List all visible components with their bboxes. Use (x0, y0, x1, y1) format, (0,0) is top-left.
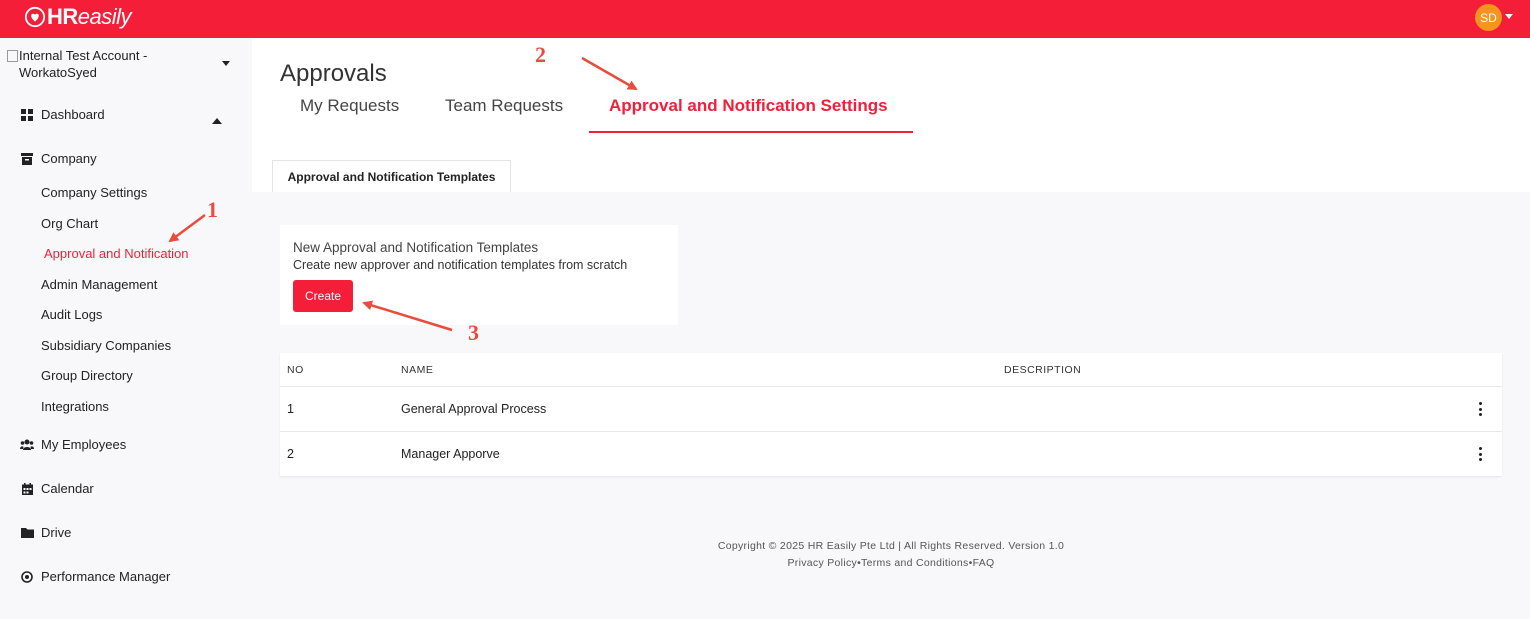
sidebar-item-dashboard[interactable]: Dashboard (20, 107, 105, 122)
column-header-no: NO (287, 364, 304, 376)
archive-icon (20, 152, 34, 166)
card-description: Create new approver and notification tem… (293, 258, 628, 272)
sidebar-item-label: Company (41, 151, 97, 166)
sidebar-subitem-audit-logs[interactable]: Audit Logs (41, 307, 102, 322)
user-avatar[interactable]: SD (1475, 4, 1502, 31)
sidebar-item-my-employees[interactable]: My Employees (20, 437, 126, 452)
sidebar-item-drive[interactable]: Drive (20, 525, 71, 540)
cell-no: 2 (287, 447, 294, 461)
active-tab-indicator (589, 131, 913, 133)
logo-text-hr: HR (47, 4, 78, 29)
subtab-approval-notification-templates[interactable]: Approval and Notification Templates (272, 160, 511, 192)
tab-team-requests[interactable]: Team Requests (445, 96, 563, 116)
annotation-number-2: 2 (535, 42, 546, 67)
target-icon (20, 570, 34, 584)
sidebar-item-label: Drive (41, 525, 72, 540)
sidebar-subitem-admin-management[interactable]: Admin Management (41, 277, 157, 292)
sidebar-item-label: Dashboard (41, 107, 105, 122)
more-vertical-icon[interactable] (1476, 402, 1484, 416)
sidebar-subitem-group-directory[interactable]: Group Directory (41, 368, 133, 383)
privacy-policy-link[interactable]: Privacy Policy (788, 557, 858, 569)
chevron-down-icon[interactable] (222, 61, 230, 66)
sidebar-subitem-subsidiary-companies[interactable]: Subsidiary Companies (41, 338, 171, 353)
broken-image-icon (7, 50, 18, 62)
logo-heart-icon (24, 6, 46, 28)
sidebar-subitem-integrations[interactable]: Integrations (41, 399, 109, 414)
cell-no: 1 (287, 402, 294, 416)
sidebar-item-calendar[interactable]: Calendar (20, 481, 94, 496)
sidebar-item-label: Performance Manager (41, 569, 171, 584)
sidebar-item-label: Calendar (41, 481, 94, 496)
tab-my-requests[interactable]: My Requests (300, 96, 399, 116)
calendar-icon (20, 482, 34, 496)
users-icon (20, 438, 34, 452)
column-header-description: DESCRIPTION (1004, 364, 1082, 376)
account-name: Internal Test Account - WorkatoSyed (19, 48, 148, 80)
grid-icon (20, 108, 34, 122)
sidebar-subitem-org-chart[interactable]: Org Chart (41, 216, 98, 231)
more-vertical-icon[interactable] (1476, 447, 1484, 461)
templates-table: NO NAME DESCRIPTION 1 General Approval P… (280, 353, 1502, 476)
page-title: Approvals (280, 60, 387, 87)
cell-name: Manager Apporve (401, 447, 500, 461)
sidebar-item-label: My Employees (41, 437, 127, 452)
annotation-number-3: 3 (468, 320, 479, 345)
chevron-down-icon[interactable] (1505, 14, 1513, 19)
logo-text-easily: easily (77, 4, 132, 29)
create-button[interactable]: Create (293, 280, 353, 312)
footer-copyright: Copyright © 2025 HR Easily Pte Ltd | All… (717, 540, 1065, 552)
folder-icon (20, 526, 34, 540)
cell-name: General Approval Process (401, 402, 547, 416)
faq-link[interactable]: FAQ (973, 557, 995, 569)
table-row[interactable]: 1 General Approval Process (280, 386, 1502, 431)
create-template-card: New Approval and Notification Templates … (280, 225, 678, 325)
sidebar-item-performance-manager[interactable]: Performance Manager (20, 569, 170, 584)
annotation-number-1: 1 (207, 197, 218, 222)
app-logo[interactable]: HReasily (24, 4, 132, 29)
terms-link[interactable]: Terms and Conditions (861, 557, 969, 569)
table-row[interactable]: 2 Manager Apporve (280, 431, 1502, 476)
footer-links: Privacy Policy•Terms and Conditions•FAQ (520, 557, 1262, 569)
sidebar-item-company[interactable]: Company (20, 151, 97, 166)
card-title: New Approval and Notification Templates (293, 240, 539, 255)
column-header-name: NAME (401, 364, 434, 376)
tab-approval-notification-settings[interactable]: Approval and Notification Settings (609, 96, 888, 116)
sidebar-subitem-company-settings[interactable]: Company Settings (41, 185, 147, 200)
top-bar: HReasily SD (0, 0, 1530, 38)
account-switcher[interactable]: Internal Test Account - WorkatoSyed (7, 47, 207, 81)
sidebar-subitem-approval-notification[interactable]: Approval and Notification (44, 246, 189, 261)
chevron-up-icon[interactable] (212, 118, 222, 124)
